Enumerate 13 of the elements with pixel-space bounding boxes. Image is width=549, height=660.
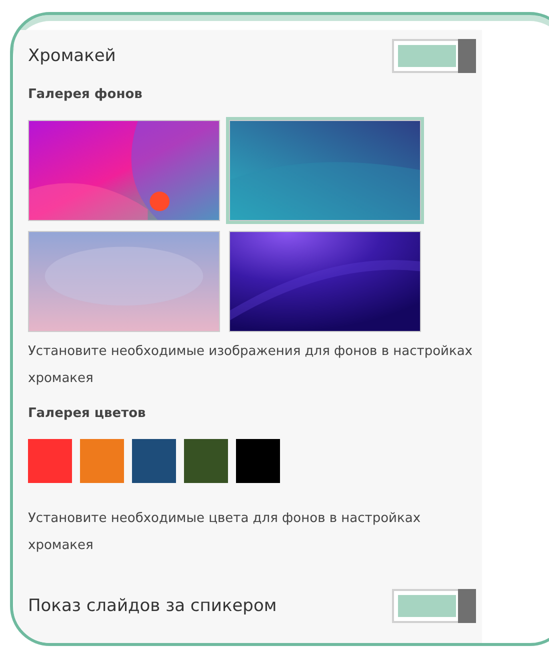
toggle-switch[interactable] (392, 39, 476, 73)
section-title: Галерея цветов (28, 406, 147, 421)
section-title: Галерея фонов (28, 87, 144, 102)
hint-text: Установите необходимые цвета для фонов в настройках хромакея (28, 510, 422, 555)
color-swatch[interactable] (80, 439, 124, 483)
setting-title: Хромакей (28, 46, 116, 66)
hint-text: Установите необходимые изображения для фонов в настройках хромакея (28, 343, 473, 388)
toggle-switch[interactable] (392, 589, 476, 623)
color-swatch[interactable] (236, 439, 280, 483)
color-swatch[interactable] (28, 439, 72, 483)
color-swatch[interactable] (132, 439, 176, 483)
color-swatch[interactable] (184, 439, 228, 483)
setting-title: Показ слайдов за спикером (28, 596, 277, 616)
